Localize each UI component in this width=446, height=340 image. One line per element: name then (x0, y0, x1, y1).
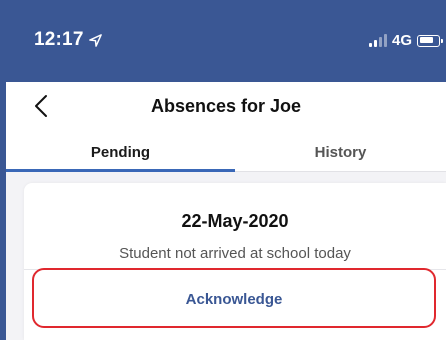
absence-card: 22-May-2020 Student not arrived at schoo… (24, 183, 446, 340)
status-time-label: 12:17 (34, 29, 84, 50)
page-title: Absences for Joe (150, 96, 302, 116)
battery-icon (417, 34, 443, 47)
tab-selected-indicator (6, 169, 235, 172)
location-arrow-icon (88, 34, 102, 47)
acknowledge-button[interactable]: Acknowledge (34, 269, 434, 329)
status-time: 12:17 (34, 29, 103, 51)
app-screen: 12:17 4G Absences for Joe Pending Histor (0, 0, 446, 340)
status-indicators: 4G (368, 32, 443, 49)
network-type-label: 4G (391, 32, 412, 49)
navigation-bar: Absences for Joe (6, 82, 446, 132)
tab-history[interactable]: History (235, 132, 446, 172)
tab-pending[interactable]: Pending (6, 132, 235, 172)
absence-date: 22-May-2020 (181, 211, 289, 231)
cellular-signal-icon (368, 34, 387, 47)
absence-message: Student not arrived at school today (119, 245, 351, 262)
absence-tabs: Pending History (6, 132, 446, 172)
status-bar: 12:17 4G (6, 0, 446, 82)
